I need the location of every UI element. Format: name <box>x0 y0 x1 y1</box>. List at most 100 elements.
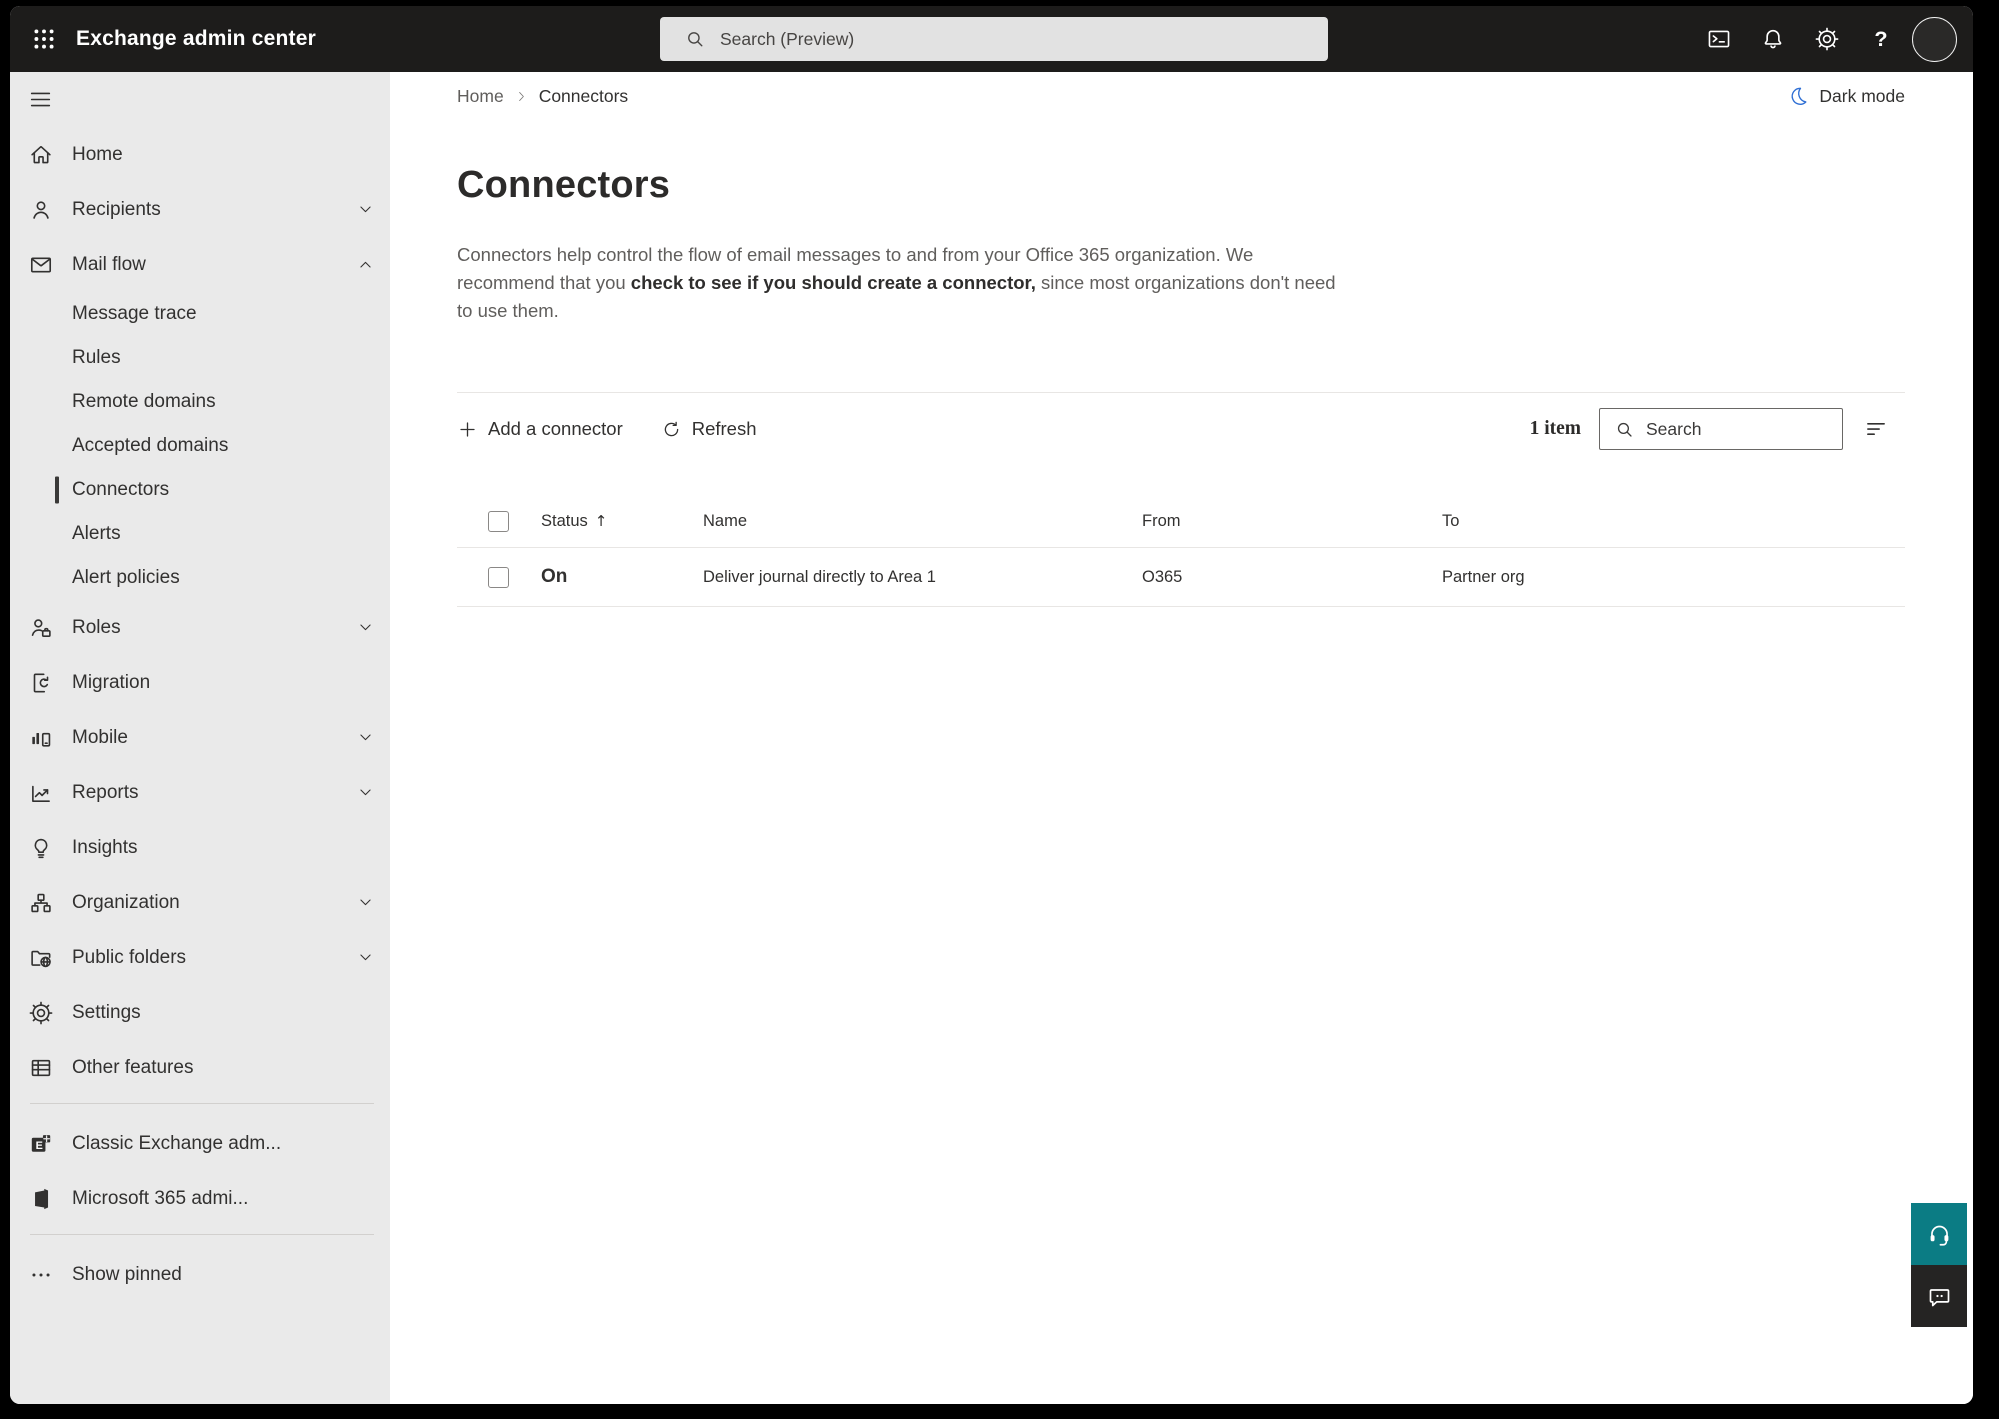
select-all-checkbox[interactable] <box>488 510 509 532</box>
sidebar-item-settings[interactable]: Settings <box>10 985 390 1040</box>
breadcrumb-home[interactable]: Home <box>457 86 504 107</box>
sidebar-item-classic-exchange-adm[interactable]: E Classic Exchange adm... <box>10 1116 390 1171</box>
toolbar: Add a connector Refresh 1 item Search <box>457 393 1905 465</box>
sidebar-item-remote-domains[interactable]: Remote domains <box>10 380 390 424</box>
breadcrumb-connectors: Connectors <box>538 85 629 106</box>
sidebar-item-mail-flow[interactable]: Mail flow <box>10 237 390 292</box>
bell-icon <box>1760 26 1786 52</box>
sidebar-divider <box>30 1103 374 1104</box>
row-checkbox[interactable] <box>488 566 509 588</box>
chevron-down-icon <box>357 729 374 746</box>
sidebar-item-label: Reports <box>72 781 139 803</box>
sidebar-item-label: Other features <box>72 1056 194 1078</box>
refresh-icon <box>661 419 682 440</box>
filter-icon <box>1863 416 1889 442</box>
column-header-name[interactable]: Name <box>703 512 1142 531</box>
help-button[interactable] <box>1911 1203 1967 1265</box>
global-search-input[interactable]: Search (Preview) <box>660 17 1328 61</box>
sidebar-item-label: Rules <box>72 347 121 368</box>
sidebar-item-reports[interactable]: Reports <box>10 765 390 820</box>
sidebar-item-label: Mobile <box>72 726 128 748</box>
avatar[interactable] <box>1912 16 1957 62</box>
microsoft365-logo-icon <box>28 1186 54 1212</box>
page-title: Connectors <box>457 164 671 206</box>
chevron-down-icon <box>357 619 374 636</box>
reports-icon <box>28 780 54 806</box>
topbar: Exchange admin center Search (Preview) ? <box>10 6 1973 72</box>
sidebar-item-alerts[interactable]: Alerts <box>10 512 390 556</box>
roles-icon <box>28 615 54 641</box>
sidebar-item-label: Connectors <box>72 479 170 500</box>
app-launcher-button[interactable] <box>20 15 68 63</box>
svg-text:E: E <box>36 1139 43 1151</box>
organization-icon <box>28 890 54 916</box>
sidebar-item-connectors[interactable]: Connectors <box>10 468 390 512</box>
feedback-button[interactable] <box>1911 1265 1967 1327</box>
sidebar-item-rules[interactable]: Rules <box>10 336 390 380</box>
public-folders-icon <box>28 945 54 971</box>
sidebar-item-microsoft-365-admi[interactable]: Microsoft 365 admi... <box>10 1171 390 1226</box>
search-icon <box>684 28 706 50</box>
sidebar-item-organization[interactable]: Organization <box>10 875 390 930</box>
help-icon: ? <box>1868 26 1894 52</box>
terminal-button[interactable] <box>1698 18 1740 60</box>
gear-button[interactable] <box>1806 18 1848 60</box>
column-header-to[interactable]: To <box>1442 512 1905 531</box>
selected-indicator <box>55 476 59 504</box>
to-cell: Partner org <box>1442 567 1525 586</box>
sidebar: Home Recipients Mail flow Message trace Rule… <box>10 72 390 1404</box>
list-search-input[interactable]: Search <box>1599 408 1843 451</box>
sidebar-item-label: Microsoft 365 admi... <box>72 1187 249 1209</box>
search-icon <box>1614 419 1635 440</box>
table-row[interactable]: On Deliver journal directly to Area 1 O365… <box>457 548 1905 608</box>
settings-icon <box>28 1000 54 1026</box>
sidebar-item-label: Alert policies <box>72 567 180 588</box>
sidebar-item-recipients[interactable]: Recipients <box>10 182 390 237</box>
svg-text:?: ? <box>1874 26 1887 51</box>
sidebar-item-home[interactable]: Home <box>10 127 390 182</box>
sidebar-item-label: Remote domains <box>72 391 216 412</box>
sidebar-item-mobile[interactable]: Mobile <box>10 710 390 765</box>
page-description: Connectors help control the flow of emai… <box>457 244 1336 321</box>
app-window: Exchange admin center Search (Preview) ?… <box>10 6 1973 1404</box>
sidebar-item-label: Roles <box>72 616 121 638</box>
sidebar-item-message-trace[interactable]: Message trace <box>10 292 390 336</box>
column-header-status[interactable]: Status ↑ <box>541 512 703 531</box>
add-connector-button[interactable]: Add a connector <box>457 418 623 440</box>
status-cell: On <box>541 566 568 588</box>
help-button[interactable]: ? <box>1860 18 1902 60</box>
item-count: 1 item <box>1529 418 1581 440</box>
sidebar-item-migration[interactable]: Migration <box>10 655 390 710</box>
sidebar-item-accepted-domains[interactable]: Accepted domains <box>10 424 390 468</box>
chevron-down-icon <box>357 201 374 218</box>
global-search-placeholder: Search (Preview) <box>720 28 855 49</box>
sidebar-item-show-pinned[interactable]: Show pinned <box>10 1247 390 1302</box>
connectors-table: Status ↑ Name From To On Deliver journal dire… <box>457 495 1905 608</box>
sidebar-item-label: Home <box>72 143 123 165</box>
refresh-button[interactable]: Refresh <box>661 418 757 440</box>
mail-icon <box>28 252 54 278</box>
dark-mode-toggle[interactable]: Dark mode <box>1787 85 1905 107</box>
column-header-from[interactable]: From <box>1142 512 1442 531</box>
description-emphasis: check to see if you should create a conn… <box>630 271 1036 293</box>
sidebar-item-roles[interactable]: Roles <box>10 600 390 655</box>
headset-icon <box>1926 1221 1953 1248</box>
sidebar-item-insights[interactable]: Insights <box>10 820 390 875</box>
sidebar-item-alert-policies[interactable]: Alert policies <box>10 556 390 600</box>
sidebar-item-label: Public folders <box>72 946 187 968</box>
hamburger-menu-button[interactable] <box>10 72 390 127</box>
sidebar-item-other-features[interactable]: Other features <box>10 1040 390 1095</box>
app-title: Exchange admin center <box>76 27 316 50</box>
chevron-right-icon <box>515 90 528 103</box>
gear-icon <box>1814 26 1840 52</box>
terminal-icon <box>1706 26 1732 52</box>
waffle-icon <box>31 26 57 52</box>
plus-icon <box>457 419 478 440</box>
sidebar-divider <box>30 1234 374 1235</box>
bell-button[interactable] <box>1752 18 1794 60</box>
mobile-icon <box>28 725 54 751</box>
filter-button[interactable] <box>1861 414 1891 444</box>
sidebar-item-public-folders[interactable]: Public folders <box>10 930 390 985</box>
chevron-down-icon <box>357 894 374 911</box>
chevron-down-icon <box>357 949 374 966</box>
